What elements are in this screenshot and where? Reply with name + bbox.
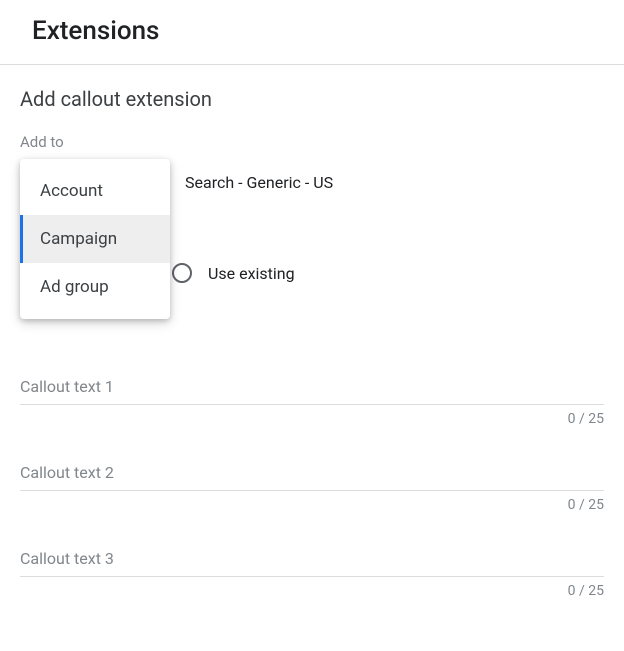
char-counter-1: 0 / 25 <box>20 411 604 427</box>
radio-use-existing[interactable] <box>172 263 192 283</box>
callout-fields-container: 0 / 25 0 / 25 0 / 25 <box>20 371 604 599</box>
callout-input-1[interactable] <box>20 371 604 405</box>
char-counter-3: 0 / 25 <box>20 583 604 599</box>
callout-field-3: 0 / 25 <box>20 543 604 599</box>
dropdown-option-campaign[interactable]: Campaign <box>20 215 170 263</box>
add-to-dropdown: Account Campaign Ad group <box>20 159 170 319</box>
callout-input-3[interactable] <box>20 543 604 577</box>
dropdown-option-adgroup[interactable]: Ad group <box>20 263 170 311</box>
page-title: Extensions <box>32 16 592 46</box>
callout-field-2: 0 / 25 <box>20 457 604 513</box>
campaign-value: Search - Generic - US <box>185 173 333 192</box>
callout-field-1: 0 / 25 <box>20 371 604 427</box>
section-title: Add callout extension <box>20 87 604 111</box>
page-header: Extensions <box>0 0 624 65</box>
char-counter-2: 0 / 25 <box>20 497 604 513</box>
callout-input-2[interactable] <box>20 457 604 491</box>
mode-radio-row: Use existing <box>172 263 295 283</box>
add-to-label: Add to <box>20 133 604 151</box>
radio-use-existing-label: Use existing <box>208 264 295 283</box>
dropdown-option-account[interactable]: Account <box>20 167 170 215</box>
content-area: Add callout extension Add to Search - Ge… <box>0 65 624 651</box>
